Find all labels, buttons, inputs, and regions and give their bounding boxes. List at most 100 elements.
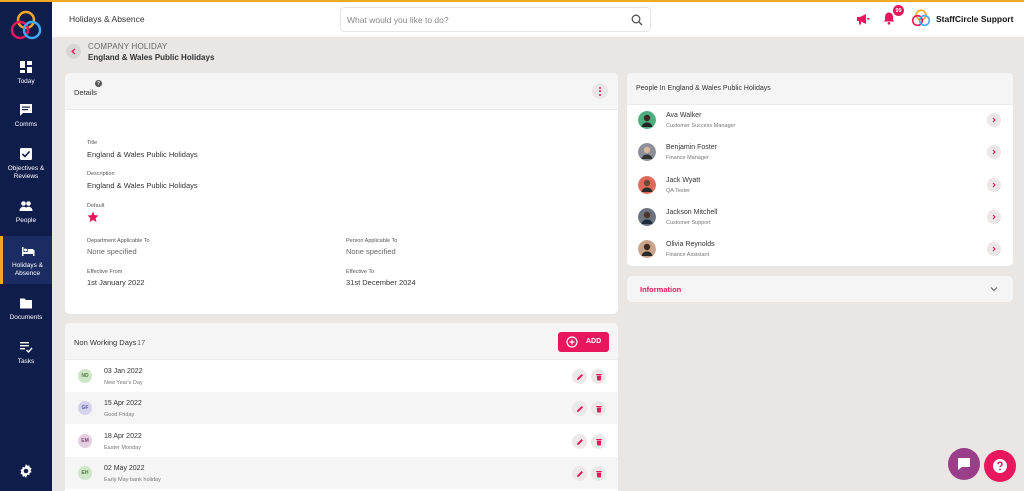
description-label: Description — [87, 171, 115, 177]
person-role: QA Tester — [666, 188, 691, 194]
dashboard-icon — [20, 61, 32, 73]
holiday-name: Easter Monday — [104, 445, 141, 451]
trash-icon — [595, 373, 602, 380]
person-name: Benjamin Foster — [666, 144, 717, 151]
initials-avatar: GF — [78, 401, 92, 415]
sidebar-item-tasks[interactable]: Tasks — [0, 340, 52, 370]
non-working-days-title: Non Working Days — [74, 338, 137, 347]
chevron-right-icon[interactable] — [987, 210, 1001, 224]
staffcircle-logo-icon[interactable] — [9, 9, 43, 43]
gear-icon[interactable] — [18, 463, 34, 479]
sidebar-item-holidays[interactable]: Holidays & Absence — [0, 236, 52, 284]
holiday-name: New Year's Day — [104, 380, 143, 386]
table-row[interactable]: ND 03 Jan 2022 New Year's Day — [65, 360, 618, 392]
person-item[interactable]: Olivia Reynolds Finance Assistant — [627, 233, 1013, 265]
title-value: England & Wales Public Holidays — [87, 150, 198, 159]
sidebar-item-comms[interactable]: Comms — [0, 103, 52, 133]
person-role: Customer Support — [666, 220, 711, 226]
non-working-days-header: Non Working Days 17 ADD — [65, 323, 618, 360]
details-card-header: Details ? — [65, 73, 618, 110]
chat-button[interactable] — [948, 448, 980, 480]
effective-to-label: Effective To — [346, 269, 375, 275]
delete-button[interactable] — [591, 434, 606, 449]
tasks-icon — [20, 342, 33, 354]
person-name: Olivia Reynolds — [666, 241, 715, 248]
edit-button[interactable] — [572, 369, 587, 384]
non-working-days-count: 17 — [137, 338, 146, 347]
trash-icon — [595, 438, 602, 445]
back-button[interactable] — [66, 44, 81, 59]
people-title: People In England & Wales Public Holiday… — [636, 85, 771, 92]
checkbox-icon — [20, 148, 32, 160]
chevron-right-icon[interactable] — [987, 242, 1001, 256]
holiday-date: 02 May 2022 — [104, 465, 145, 472]
edit-button[interactable] — [572, 401, 587, 416]
person-item[interactable]: Jack Wyatt QA Tester — [627, 169, 1013, 201]
information-accordion[interactable]: Information — [627, 276, 1013, 302]
folder-icon — [20, 298, 32, 309]
sidebar-item-label: People — [15, 217, 37, 224]
help-button[interactable] — [984, 450, 1016, 482]
sidebar-item-label: Objectives & Reviews — [7, 165, 45, 180]
sidebar-item-objectives[interactable]: Objectives & Reviews — [0, 147, 52, 185]
avatar — [638, 208, 656, 226]
pencil-icon — [576, 438, 583, 445]
sidebar-item-documents[interactable]: Documents — [0, 296, 52, 326]
trash-icon — [595, 405, 602, 412]
person-item[interactable]: Jackson Mitchell Customer Support — [627, 201, 1013, 233]
non-working-days-card: Non Working Days 17 ADD ND 03 Jan 2022 N… — [65, 323, 618, 491]
details-card: Details ? Title England & Wales Public H… — [65, 73, 618, 314]
top-accent-bar — [0, 0, 1024, 2]
search-input[interactable] — [347, 13, 617, 27]
bed-icon — [21, 247, 34, 256]
initials-avatar: ND — [78, 369, 92, 383]
search-box[interactable] — [340, 7, 651, 32]
delete-button[interactable] — [591, 401, 606, 416]
chevron-down-icon[interactable] — [989, 284, 999, 294]
search-icon[interactable] — [631, 14, 643, 26]
section-title: Holidays & Absence — [69, 14, 145, 24]
sidebar-item-label: Tasks — [17, 358, 35, 365]
details-title: Details — [74, 88, 97, 97]
chat-icon — [20, 104, 32, 116]
megaphone-icon[interactable] — [856, 13, 870, 25]
effective-from-value: 1st January 2022 — [87, 278, 145, 287]
holiday-date: 15 Apr 2022 — [104, 400, 142, 407]
sidebar-item-label: Today — [17, 78, 35, 85]
holiday-name: Good Friday — [104, 412, 135, 418]
person-value: None specified — [346, 247, 396, 256]
more-options-button[interactable] — [592, 83, 608, 99]
top-bar: Holidays & Absence 99 StaffCircle Suppor… — [52, 2, 1024, 37]
pencil-icon — [576, 373, 583, 380]
chevron-right-icon[interactable] — [987, 113, 1001, 127]
table-row[interactable]: GF 15 Apr 2022 Good Friday — [65, 392, 618, 424]
edit-button[interactable] — [572, 434, 587, 449]
star-icon — [87, 211, 99, 222]
chevron-right-icon[interactable] — [987, 145, 1001, 159]
chevron-right-icon[interactable] — [987, 178, 1001, 192]
initials-avatar: EM — [78, 434, 92, 448]
title-label: Title — [87, 140, 98, 146]
table-row[interactable]: EH 02 May 2022 Early May bank holiday — [65, 457, 618, 489]
person-role: Customer Success Manager — [666, 123, 736, 129]
delete-button[interactable] — [591, 369, 606, 384]
initials-avatar: EH — [78, 466, 92, 480]
sidebar-item-today[interactable]: Today — [0, 60, 52, 90]
person-item[interactable]: Benjamin Foster Finance Manager — [627, 136, 1013, 168]
account-name[interactable]: StaffCircle Support — [936, 14, 1013, 24]
department-label: Department Applicable To — [87, 238, 150, 244]
chevron-left-icon — [71, 48, 76, 55]
information-title: Information — [640, 285, 682, 294]
add-button[interactable]: ADD — [558, 332, 609, 352]
delete-button[interactable] — [591, 466, 606, 481]
person-item[interactable]: Ava Walker Customer Success Manager — [627, 104, 1013, 136]
sidebar-item-label: Documents — [9, 314, 43, 321]
chat-bubble-icon — [958, 458, 970, 470]
page-kicker: COMPANY HOLIDAY — [88, 42, 168, 51]
sidebar-item-people[interactable]: People — [0, 199, 52, 229]
table-row[interactable]: EM 18 Apr 2022 Easter Monday — [65, 425, 618, 457]
edit-button[interactable] — [572, 466, 587, 481]
help-icon[interactable]: ? — [95, 80, 102, 87]
staffcircle-brand-icon — [911, 9, 931, 27]
avatar — [638, 111, 656, 129]
